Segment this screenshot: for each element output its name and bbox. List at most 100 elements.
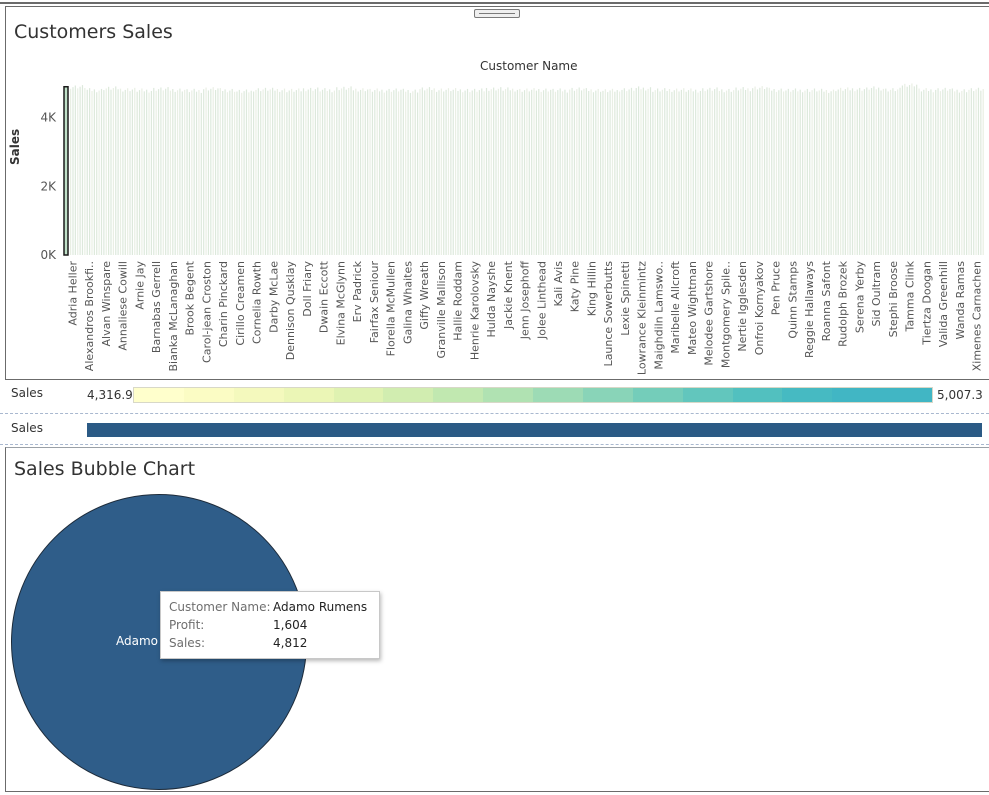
bar-fill-stroke	[623, 88, 625, 255]
bar-fill-stroke	[908, 85, 911, 255]
bar-fill-stroke	[690, 88, 692, 255]
bar-fill-stroke	[835, 91, 837, 255]
bar-fill-stroke	[200, 92, 202, 255]
bar-fill-stroke	[281, 90, 283, 256]
bar-fill-stroke	[512, 88, 514, 255]
x-tick-label: Reggie Hallaways	[803, 261, 816, 358]
bar-fill-stroke	[191, 90, 193, 255]
bar-fill-stroke	[436, 91, 438, 255]
x-tick-label: Quinn Stamps	[786, 261, 799, 339]
bar-fill-stroke	[236, 91, 238, 255]
bar-fill-stroke	[756, 89, 759, 255]
bar-fill-stroke	[257, 88, 259, 255]
bar-fill-stroke	[870, 88, 873, 255]
bar-fill-stroke	[885, 88, 887, 255]
bar-fill-stroke	[806, 88, 808, 256]
bar-fill-stroke	[782, 91, 785, 255]
bar-fill-stroke	[243, 91, 245, 255]
bar-fill-stroke	[811, 90, 813, 255]
bar-fill-stroke	[904, 83, 906, 255]
x-tick-label: Launce Sowerbutts	[602, 261, 615, 367]
bar-fill-stroke	[968, 89, 970, 255]
bar-fill-stroke	[607, 92, 609, 255]
bar-fill-stroke	[754, 86, 756, 255]
color-legend-swatch	[682, 388, 733, 402]
bar-fill-stroke	[550, 89, 552, 255]
color-legend-swatch	[183, 388, 234, 402]
bar-fill-stroke	[849, 90, 851, 255]
bar-fill-stroke	[868, 89, 870, 255]
color-legend-swatch	[134, 388, 184, 402]
bar-fill-stroke	[143, 91, 145, 255]
bar-fill-stroke	[668, 89, 671, 255]
bar-fill-stroke	[160, 87, 162, 256]
x-tick-label: Maighdiln Lamswo..	[652, 261, 665, 370]
bar-fill-stroke	[300, 91, 302, 255]
bar-fill-stroke	[153, 87, 155, 256]
bar-fill-stroke	[861, 90, 863, 255]
bar-fill-stroke	[825, 90, 827, 255]
bar-fill-stroke	[794, 88, 797, 255]
bar-fill-stroke	[321, 89, 324, 255]
bar-fill-stroke	[471, 90, 473, 255]
bar-fill-stroke	[737, 90, 740, 255]
bar-fill-stroke	[697, 92, 699, 255]
bar-fill-stroke	[965, 92, 968, 255]
bar-fill-stroke	[630, 87, 633, 255]
color-legend-swatch	[632, 388, 683, 402]
bar-fill-stroke	[699, 90, 702, 256]
color-legend-ramp[interactable]	[133, 387, 933, 403]
bar-fill-stroke	[954, 91, 956, 255]
bar-highlighted[interactable]	[63, 85, 69, 256]
bar-fill-stroke	[937, 88, 939, 255]
bar-fill-stroke	[652, 91, 654, 255]
tooltip-sales-value: 4,812	[273, 636, 308, 650]
bar-fill-stroke	[649, 87, 652, 255]
bar-fill-stroke	[859, 87, 861, 256]
bar-fill-stroke	[100, 88, 103, 256]
bar-fill-stroke	[521, 91, 523, 255]
bar-fill-stroke	[609, 90, 611, 255]
bar-fill-stroke	[787, 88, 789, 255]
bar-fill-stroke	[683, 88, 685, 256]
bar-fill-stroke	[813, 88, 816, 256]
color-legend-swatch	[433, 388, 484, 402]
bar-fill-stroke	[804, 90, 806, 255]
bar-fill-stroke	[640, 89, 642, 255]
y-tick-label: 0K	[40, 248, 57, 262]
bar-fill-stroke	[136, 91, 138, 255]
bar-fill-stroke	[580, 90, 583, 255]
bar-fill-stroke	[490, 89, 492, 256]
bar-fill-stroke	[219, 88, 221, 255]
color-legend-swatch	[333, 388, 384, 402]
x-tick-label: Rudolph Brozek	[837, 260, 850, 346]
x-tick-label: Kali Avis	[552, 261, 565, 307]
bar-fill-stroke	[459, 89, 461, 255]
bar-fill-stroke	[875, 89, 877, 255]
bar-fill-stroke	[725, 90, 728, 255]
bar-fill-stroke	[485, 87, 488, 255]
bar-fill-stroke	[790, 91, 792, 255]
color-legend-swatch	[782, 388, 833, 402]
bar-fill-stroke	[654, 90, 656, 255]
bar-fill-stroke	[378, 91, 381, 255]
bar-fill-stroke	[250, 90, 252, 255]
bar-fill-stroke	[935, 89, 937, 256]
bar-fill-stroke	[916, 84, 918, 256]
x-tick-label: Fairfax Seniour	[368, 261, 381, 344]
bar-fill-stroke	[982, 89, 984, 255]
bar-fill-stroke	[851, 88, 854, 255]
bar-fill-stroke	[533, 88, 535, 255]
x-tick-label: Doll Friary	[301, 261, 314, 317]
bar-fill-stroke	[977, 87, 980, 256]
bar-fill-stroke	[291, 88, 293, 255]
bar-fill-stroke	[671, 91, 673, 255]
x-tick-label: Onfroi Kornyakov	[753, 261, 766, 356]
size-legend-bar[interactable]	[87, 423, 982, 437]
x-tick-label: Charin Pinckard	[217, 261, 230, 347]
bar-fill-stroke	[352, 90, 355, 255]
x-tick-label: Melodee Gartshore	[703, 261, 716, 366]
bar-fill-stroke	[818, 90, 820, 255]
x-tick-label: Jackie Knent	[502, 260, 515, 330]
bar-fill-stroke	[217, 88, 219, 255]
